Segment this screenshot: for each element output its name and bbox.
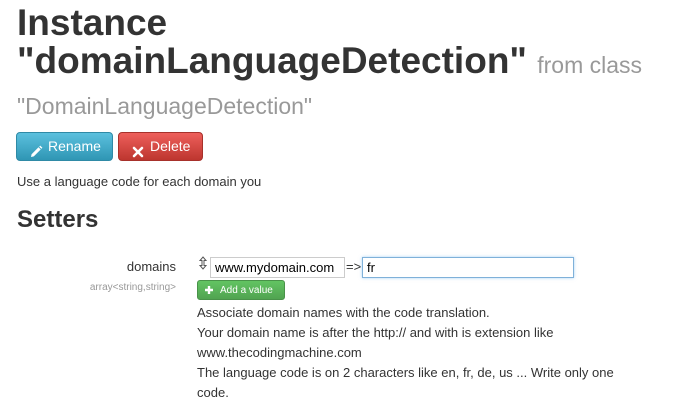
instance-name: "domainLanguageDetection" (17, 40, 527, 81)
delete-label: Delete (150, 138, 191, 154)
vertical-resize-icon[interactable] (198, 256, 208, 273)
language-value-input[interactable] (362, 257, 574, 278)
class-name: "DomainLanguageDetection" (17, 93, 313, 119)
key-value-separator: => (346, 259, 362, 274)
property-help-text: Associate domain names with the code tra… (197, 303, 667, 403)
help-line: The language code is on 2 characters lik… (197, 365, 614, 380)
property-name: domains (126, 259, 176, 274)
delete-button[interactable]: Delete (118, 132, 203, 161)
add-value-button[interactable]: Add a value (197, 280, 285, 300)
domain-key-input[interactable] (210, 257, 345, 278)
intro-text: Use a language code for each domain you (17, 174, 262, 189)
pencil-icon (29, 140, 43, 157)
plus-icon (204, 285, 214, 295)
help-line: code. (197, 385, 229, 400)
title-instance-label: Instance (17, 2, 168, 43)
add-value-label: Add a value (220, 284, 273, 296)
x-icon (131, 140, 145, 157)
page-title: Instance "domainLanguageDetection" from … (17, 4, 687, 84)
rename-button[interactable]: Rename (16, 132, 113, 161)
help-line: Your domain name is after the http:// an… (197, 325, 554, 340)
property-type: array<string,string> (89, 282, 176, 293)
help-line: www.thecodingmachine.com (197, 345, 362, 360)
from-class-label: from class (537, 52, 643, 78)
rename-label: Rename (48, 138, 101, 154)
help-line: Associate domain names with the code tra… (197, 305, 490, 320)
setters-heading: Setters (17, 206, 99, 233)
